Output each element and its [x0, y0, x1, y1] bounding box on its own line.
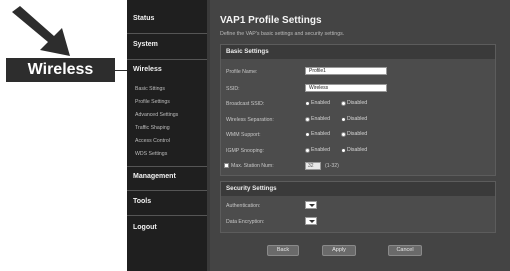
sidebar-subitem-access-control[interactable]: Access Control: [135, 138, 170, 144]
max-station-checkbox[interactable]: [224, 163, 229, 168]
max-station-range: (1-32): [325, 163, 339, 169]
back-button[interactable]: Back: [267, 245, 299, 256]
radio-label: Enabled: [311, 100, 331, 106]
igmp-disabled-radio[interactable]: Disabled: [341, 147, 367, 153]
wmm-support-label: WMM Support:: [226, 132, 261, 138]
cancel-button[interactable]: Cancel: [388, 245, 422, 256]
sidebar-subitem-profile-settings[interactable]: Profile Settings: [135, 99, 170, 105]
sidebar: Status System Wireless Basic Sttings Pro…: [127, 0, 207, 271]
sidebar-subitem-traffic-shaping[interactable]: Traffic Shaping: [135, 125, 170, 131]
basic-settings-panel: Basic Settings Profile Name: Profile1 SS…: [220, 44, 496, 176]
radio-icon: [305, 147, 310, 153]
radio-label: Disabled: [347, 100, 368, 106]
security-settings-panel: Security Settings Authentication: Data E…: [220, 181, 496, 233]
radio-label: Enabled: [311, 147, 331, 153]
radio-label: Enabled: [311, 116, 331, 122]
broadcast-enabled-radio[interactable]: Enabled: [305, 100, 330, 106]
data-encryption-select[interactable]: [305, 217, 317, 225]
sidebar-divider: [127, 190, 207, 191]
ssid-input[interactable]: Wireless: [305, 84, 387, 92]
radio-icon: [341, 131, 346, 137]
radio-label: Disabled: [347, 147, 368, 153]
sidebar-subitem-wds-settings[interactable]: WDS Settings: [135, 151, 167, 157]
broadcast-ssid-label: Broadcast SSID:: [226, 101, 265, 107]
radio-label: Disabled: [347, 131, 368, 137]
max-station-label: Max. Station Num:: [231, 163, 274, 169]
sidebar-subitem-basic-settings[interactable]: Basic Sttings: [135, 86, 165, 92]
profile-name-input[interactable]: Profile1: [305, 67, 387, 75]
sidebar-item-wireless[interactable]: Wireless: [133, 66, 162, 73]
sidebar-item-status[interactable]: Status: [133, 15, 154, 22]
radio-label: Disabled: [347, 116, 368, 122]
radio-selected-icon: [305, 131, 310, 137]
sidebar-subitem-advanced-settings[interactable]: Advanced Settings: [135, 112, 178, 118]
pointer-arrow-icon: [12, 6, 70, 56]
max-station-input[interactable]: 32: [305, 162, 321, 170]
basic-settings-heading: Basic Settings: [221, 45, 495, 59]
sidebar-item-system[interactable]: System: [133, 41, 158, 48]
router-ui-screen: Status System Wireless Basic Sttings Pro…: [127, 0, 510, 271]
page-description: Define the VAP's basic settings and secu…: [220, 31, 345, 37]
wmm-enabled-radio[interactable]: Enabled: [305, 131, 330, 137]
sidebar-divider: [127, 215, 207, 216]
radio-label: Enabled: [311, 131, 331, 137]
page-title: VAP1 Profile Settings: [220, 15, 322, 26]
wireless-callout-label: Wireless: [6, 58, 115, 82]
igmp-snooping-label: IGMP Snooping:: [226, 148, 264, 154]
sidebar-item-logout[interactable]: Logout: [133, 224, 157, 231]
ssid-label: SSID:: [226, 86, 240, 92]
igmp-enabled-radio[interactable]: Enabled: [305, 147, 330, 153]
main-content: VAP1 Profile Settings Define the VAP's b…: [210, 0, 510, 271]
separation-enabled-radio[interactable]: Enabled: [305, 116, 330, 122]
separation-disabled-radio[interactable]: Disabled: [341, 116, 367, 122]
radio-selected-icon: [305, 100, 310, 106]
sidebar-divider: [127, 166, 207, 167]
sidebar-divider: [127, 33, 207, 34]
authentication-label: Authentication:: [226, 203, 261, 209]
sidebar-divider: [127, 59, 207, 60]
radio-icon: [305, 116, 310, 122]
authentication-select[interactable]: [305, 201, 317, 209]
wmm-disabled-radio[interactable]: Disabled: [341, 131, 367, 137]
broadcast-disabled-radio[interactable]: Disabled: [341, 100, 367, 106]
radio-selected-icon: [341, 147, 346, 153]
apply-button[interactable]: Apply: [322, 245, 356, 256]
data-encryption-label: Data Encryption:: [226, 219, 265, 225]
sidebar-item-tools[interactable]: Tools: [133, 198, 151, 205]
radio-selected-icon: [341, 116, 346, 122]
security-settings-heading: Security Settings: [221, 182, 495, 196]
wireless-separation-label: Wireless Separation:: [226, 117, 274, 123]
sidebar-item-management[interactable]: Management: [133, 173, 176, 180]
profile-name-label: Profile Name:: [226, 69, 258, 75]
radio-icon: [341, 100, 346, 106]
